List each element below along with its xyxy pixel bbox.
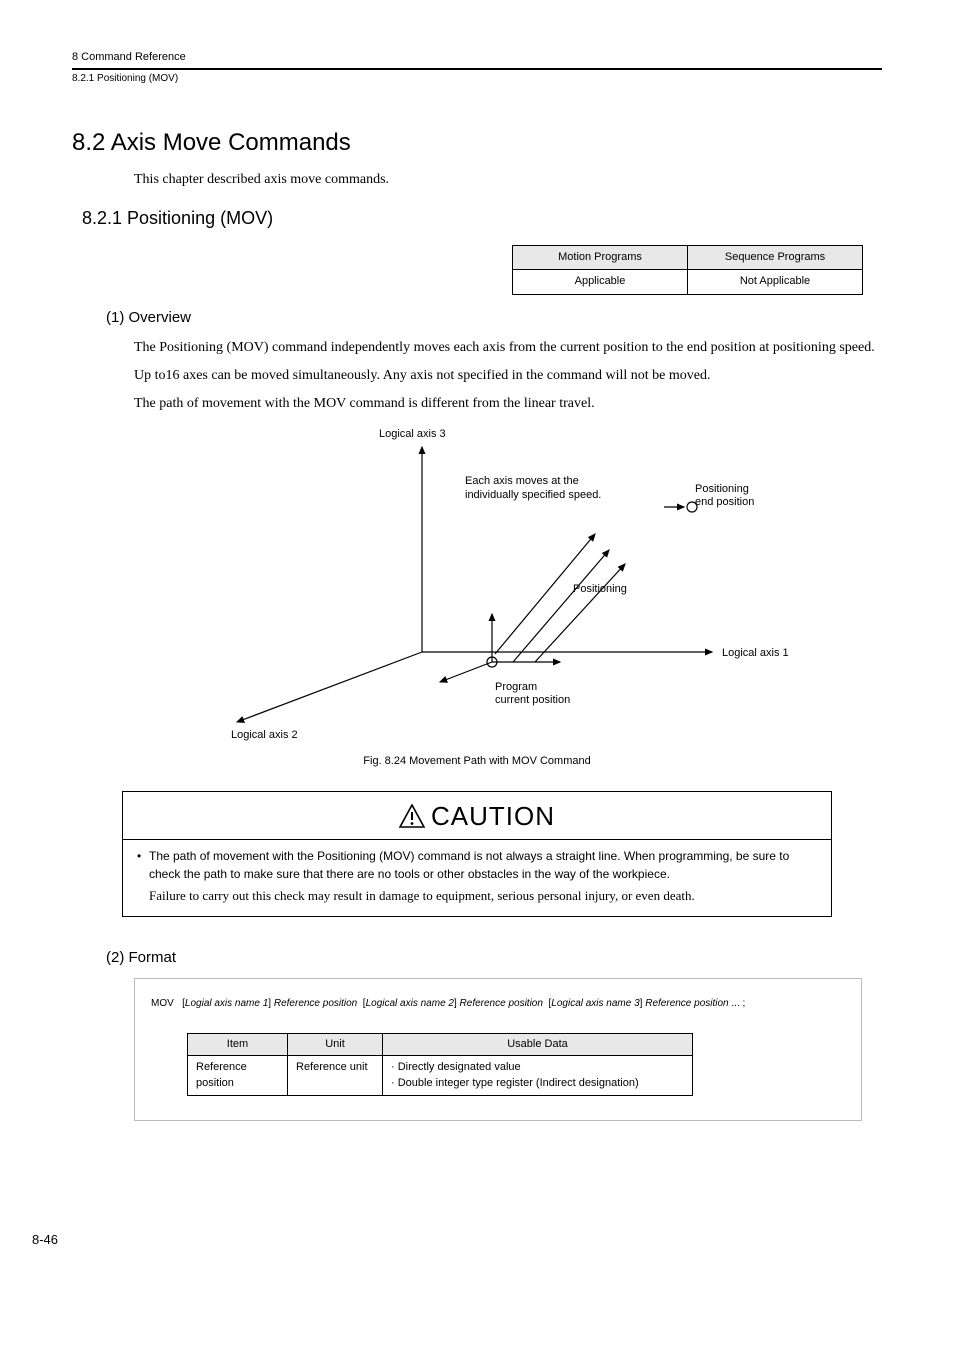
overview-title: (1) Overview (106, 307, 882, 328)
header-subsection: 8.2.1 Positioning (MOV) (72, 72, 882, 86)
caution-header: CAUTION (123, 792, 831, 840)
format-syntax: MOV [Logial axis name 1] Reference posit… (151, 997, 845, 1011)
diagram-endpos1: Positioning (695, 483, 749, 495)
diagram-each1: Each axis moves at the (465, 475, 579, 487)
format-row-unit: Reference unit (288, 1056, 383, 1096)
header-divider (72, 68, 882, 70)
format-title: (2) Format (106, 947, 882, 968)
caution-box: CAUTION • The path of movement with the … (122, 791, 832, 917)
figure-caption: Fig. 8.24 Movement Path with MOV Command (72, 754, 882, 769)
format-ellipsis: ... (731, 998, 739, 1009)
header-chapter: 8 Command Reference (72, 50, 882, 65)
format-row-item: Reference position (188, 1056, 288, 1096)
format-th-usable: Usable Data (383, 1034, 693, 1056)
caution-bullet: • (137, 848, 149, 883)
format-row-usable2: · Double integer type register (Indirect… (391, 1076, 684, 1091)
diagram-axis2-label: Logical axis 2 (231, 729, 298, 741)
subsection-title: 8.2.1 Positioning (MOV) (82, 206, 882, 231)
diagram-endpos2: end position (695, 496, 754, 508)
warning-icon (399, 801, 425, 837)
format-mov: MOV (151, 998, 174, 1009)
overview-para2: Up to16 axes can be moved simultaneously… (134, 366, 882, 386)
caution-body-text2: Failure to carry out this check may resu… (149, 887, 817, 906)
format-row-usable1: · Directly designated value (391, 1060, 684, 1075)
diagram-prog2: current position (495, 694, 570, 706)
format-th-unit: Unit (288, 1034, 383, 1056)
format-table: Item Unit Usable Data Reference position… (187, 1033, 845, 1096)
overview-para3: The path of movement with the MOV comman… (134, 394, 882, 414)
format-axis1: Logial axis name 1 (185, 998, 268, 1009)
diagram-axis1-label: Logical axis 1 (722, 647, 789, 659)
caution-header-text: CAUTION (431, 801, 555, 831)
applicability-table: Motion Programs Sequence Programs Applic… (512, 245, 882, 295)
section-intro: This chapter described axis move command… (134, 170, 882, 190)
diagram-prog1: Program (495, 681, 537, 693)
format-row-usable: · Directly designated value · Double int… (383, 1056, 693, 1096)
format-refpos2: Reference position (460, 998, 543, 1009)
format-axis2: Logical axis name 2 (366, 998, 454, 1009)
movement-diagram: Logical axis 3 Logical axis 1 Logical ax… (72, 422, 882, 747)
format-refpos1: Reference position (274, 998, 357, 1009)
format-axis3: Logical axis name 3 (551, 998, 639, 1009)
format-box: MOV [Logial axis name 1] Reference posit… (134, 978, 862, 1121)
applicability-col2: Sequence Programs (688, 245, 863, 269)
caution-body-text1: The path of movement with the Positionin… (149, 848, 817, 883)
diagram-each2: individually specified speed. (465, 489, 601, 501)
applicability-val2: Not Applicable (688, 270, 863, 294)
overview-para1: The Positioning (MOV) command independen… (134, 338, 882, 358)
applicability-val1: Applicable (513, 270, 688, 294)
diagram-axis3-label: Logical axis 3 (379, 428, 446, 440)
page-number: 8-46 (32, 1231, 882, 1249)
diagram-positioning: Positioning (573, 583, 627, 595)
section-title: 8.2 Axis Move Commands (72, 126, 882, 160)
applicability-col1: Motion Programs (513, 245, 688, 269)
format-refpos3: Reference position (645, 998, 728, 1009)
format-semicolon: ; (743, 998, 746, 1009)
format-th-item: Item (188, 1034, 288, 1056)
